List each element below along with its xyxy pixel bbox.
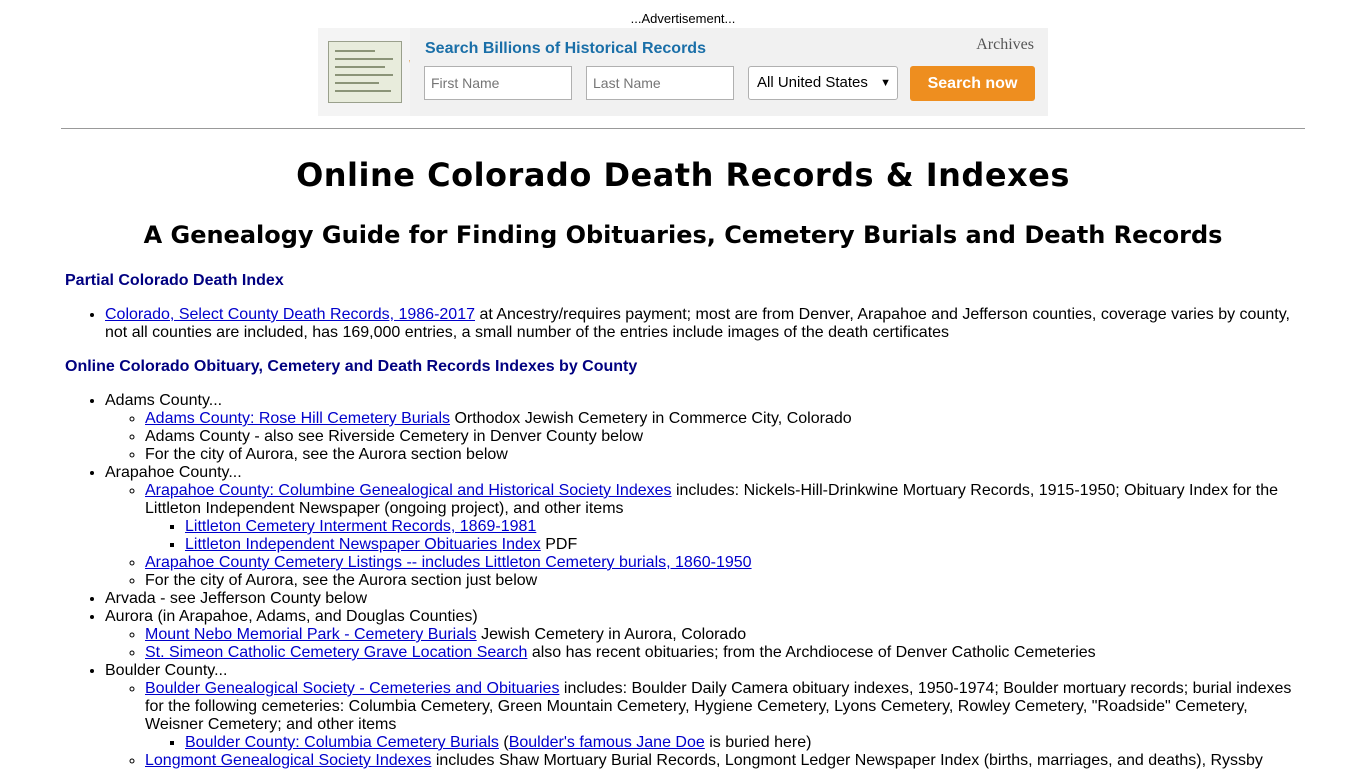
- county-label: Boulder County...: [105, 662, 228, 679]
- location-select-value: All United States: [757, 74, 868, 91]
- list-item: Littleton Independent Newspaper Obituari…: [185, 536, 1305, 554]
- list-item: Littleton Cemetery Interment Records, 18…: [185, 518, 1305, 536]
- county-list: Adams County... Adams County: Rose Hill …: [65, 392, 1305, 770]
- county-label: Aurora (in Arapahoe, Adams, and Douglas …: [105, 608, 478, 625]
- county-label: Arapahoe County...: [105, 464, 242, 481]
- ad-headline: Search Billions of Historical Records: [425, 40, 706, 57]
- mount-nebo-link[interactable]: Mount Nebo Memorial Park - Cemetery Buri…: [145, 626, 477, 643]
- arapahoe-cemetery-listings-link[interactable]: Arapahoe County Cemetery Listings -- inc…: [145, 554, 752, 571]
- list-item: Adams County: Rose Hill Cemetery Burials…: [145, 410, 1305, 428]
- search-now-button[interactable]: Search now: [910, 66, 1035, 101]
- list-item-text: PDF: [540, 536, 578, 553]
- last-name-input[interactable]: [586, 66, 734, 100]
- jane-doe-link[interactable]: Boulder's famous Jane Doe: [509, 734, 705, 751]
- advertisement-label: ...Advertisement...: [630, 11, 736, 26]
- partial-index-list: Colorado, Select County Death Records, 1…: [65, 306, 1305, 342]
- littleton-cemetery-records-link[interactable]: Littleton Cemetery Interment Records, 18…: [185, 518, 536, 535]
- list-item-text: includes Shaw Mortuary Burial Records, L…: [431, 752, 1263, 769]
- list-item-text: Adams County - also see Riverside Cemete…: [145, 428, 643, 445]
- page-subtitle: A Genealogy Guide for Finding Obituaries…: [143, 221, 1223, 249]
- archives-logo: Archives: [976, 36, 1034, 53]
- adams-sublist: Adams County: Rose Hill Cemetery Burials…: [105, 410, 1305, 464]
- list-item: For the city of Aurora, see the Aurora s…: [145, 446, 1305, 464]
- boulder-genealogical-society-link[interactable]: Boulder Genealogical Society - Cemeterie…: [145, 680, 559, 697]
- list-item-text: (: [498, 734, 509, 751]
- county-arvada: Arvada - see Jefferson County below: [105, 590, 1305, 608]
- chevron-down-icon: ▼: [880, 77, 891, 89]
- record-document-thumbnail: [328, 41, 402, 103]
- first-name-input[interactable]: [424, 66, 572, 100]
- st-simeon-link[interactable]: St. Simeon Catholic Cemetery Grave Locat…: [145, 644, 527, 661]
- ad-search-form: Search Billions of Historical Records Ar…: [410, 28, 1048, 116]
- section-heading-partial-index: Partial Colorado Death Index: [65, 272, 284, 289]
- list-item-text: For the city of Aurora, see the Aurora s…: [145, 446, 508, 463]
- county-aurora: Aurora (in Arapahoe, Adams, and Douglas …: [105, 608, 1305, 662]
- list-item-text: Orthodox Jewish Cemetery in Commerce Cit…: [450, 410, 852, 427]
- list-item: Boulder Genealogical Society - Cemeterie…: [145, 680, 1305, 752]
- list-item-text: For the city of Aurora, see the Aurora s…: [145, 572, 538, 589]
- list-item: Arapahoe County: Columbine Genealogical …: [145, 482, 1305, 554]
- longmont-genealogical-society-link[interactable]: Longmont Genealogical Society Indexes: [145, 752, 431, 769]
- list-item: Longmont Genealogical Society Indexes in…: [145, 752, 1305, 770]
- ad-banner[interactable]: Search Billions of Historical Records Ar…: [318, 28, 1048, 116]
- list-item: Boulder County: Columbia Cemetery Burial…: [185, 734, 1305, 752]
- list-item: Colorado, Select County Death Records, 1…: [105, 306, 1305, 342]
- list-item: Arapahoe County Cemetery Listings -- inc…: [145, 554, 1305, 572]
- list-item-text: is buried here): [704, 734, 812, 751]
- list-item: Mount Nebo Memorial Park - Cemetery Buri…: [145, 626, 1305, 644]
- list-item: For the city of Aurora, see the Aurora s…: [145, 572, 1305, 590]
- list-item: St. Simeon Catholic Cemetery Grave Locat…: [145, 644, 1305, 662]
- columbine-sublist: Littleton Cemetery Interment Records, 18…: [145, 518, 1305, 554]
- rose-hill-cemetery-link[interactable]: Adams County: Rose Hill Cemetery Burials: [145, 410, 450, 427]
- county-label: Arvada - see Jefferson County below: [105, 590, 368, 607]
- list-item-text: also has recent obituaries; from the Arc…: [527, 644, 1096, 661]
- columbia-cemetery-link[interactable]: Boulder County: Columbia Cemetery Burial…: [185, 734, 499, 751]
- county-arapahoe: Arapahoe County... Arapahoe County: Colu…: [105, 464, 1305, 590]
- colorado-select-county-death-records-link[interactable]: Colorado, Select County Death Records, 1…: [105, 306, 475, 323]
- boulder-sublist: Boulder Genealogical Society - Cemeterie…: [105, 680, 1305, 770]
- arapahoe-sublist: Arapahoe County: Columbine Genealogical …: [105, 482, 1305, 590]
- columbine-society-link[interactable]: Arapahoe County: Columbine Genealogical …: [145, 482, 672, 499]
- boulder-bgs-sublist: Boulder County: Columbia Cemetery Burial…: [145, 734, 1305, 752]
- list-item: Adams County - also see Riverside Cemete…: [145, 428, 1305, 446]
- list-item-text: Jewish Cemetery in Aurora, Colorado: [476, 626, 747, 643]
- littleton-newspaper-obituaries-link[interactable]: Littleton Independent Newspaper Obituari…: [185, 536, 541, 553]
- aurora-sublist: Mount Nebo Memorial Park - Cemetery Buri…: [105, 626, 1305, 662]
- county-boulder: Boulder County... Boulder Genealogical S…: [105, 662, 1305, 770]
- county-adams: Adams County... Adams County: Rose Hill …: [105, 392, 1305, 464]
- county-label: Adams County...: [105, 392, 223, 409]
- main-content: Partial Colorado Death Index Colorado, S…: [65, 272, 1305, 770]
- header-divider: [61, 128, 1305, 129]
- page-title: Online Colorado Death Records & Indexes: [296, 156, 1070, 194]
- section-heading-by-county: Online Colorado Obituary, Cemetery and D…: [65, 358, 638, 375]
- location-select[interactable]: All United States ▼: [748, 66, 898, 100]
